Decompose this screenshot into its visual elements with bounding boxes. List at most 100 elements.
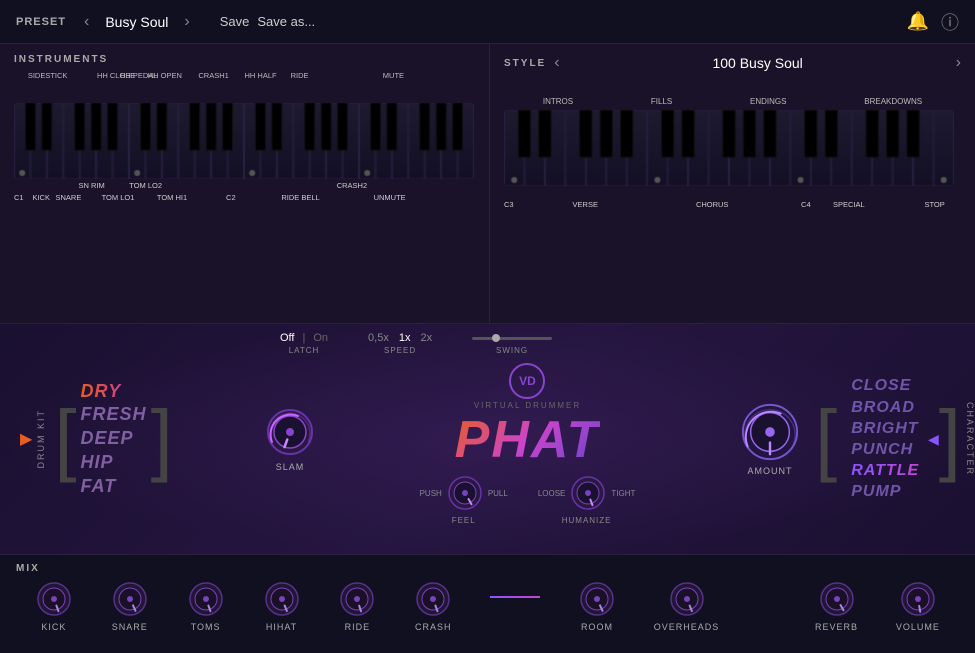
label-tom-lo1: TOM LO1 <box>102 193 135 202</box>
mix-knob-reverb[interactable] <box>818 580 856 618</box>
preset-next-button[interactable]: › <box>178 13 195 31</box>
character-bracket-left: [ <box>815 399 837 479</box>
label-crash1: CRASH1 <box>198 71 228 80</box>
label-tom-hi1: TOM HI1 <box>157 193 187 202</box>
top-section: INSTRUMENTS SIDESTICK HH CLOSE HH PEDAL … <box>0 44 975 324</box>
kit-name-fresh[interactable]: FRESH <box>81 405 147 425</box>
character-label: CHARACTER <box>965 402 975 476</box>
save-as-button[interactable]: Save as... <box>257 14 315 29</box>
style-label-fills: FILLS <box>651 97 672 106</box>
mix-knob-group-hihat: HIHAT <box>263 580 301 632</box>
mix-knob-snare[interactable] <box>111 580 149 618</box>
char-rattle[interactable]: RATTLE <box>851 461 928 480</box>
swing-label: SWING <box>496 346 528 355</box>
middle-section: Off | On LATCH 0,5x 1x 2x SPEED <box>0 324 975 554</box>
character-bracket-right: ] <box>939 399 961 479</box>
mix-knob-group-reverb: REVERB <box>815 580 858 632</box>
latch-off[interactable]: Off <box>280 332 294 344</box>
instruments-keyboard-canvas[interactable] <box>14 103 474 179</box>
drum-kit-panel: ▶ DRUM KIT [ DRY FRESH DEEP HIP FAT ] <box>0 324 250 554</box>
label-c3: C3 <box>504 200 514 209</box>
speed-1x[interactable]: 1x <box>399 332 411 344</box>
mix-knob-group-kick: KICK <box>35 580 73 632</box>
amount-area: AMOUNT <box>725 324 815 554</box>
label-hh-open: HH OPEN <box>148 71 182 80</box>
char-broad[interactable]: BROAD <box>851 398 928 417</box>
kit-name-dry[interactable]: DRY <box>81 382 147 402</box>
label-crash2: CRASH2 <box>337 181 367 190</box>
char-pump[interactable]: PUMP <box>851 482 928 501</box>
mix-knob-crash[interactable] <box>414 580 452 618</box>
mix-knob-hihat[interactable] <box>263 580 301 618</box>
character-names: CLOSE BROAD BRIGHT PUNCH RATTLE PUMP <box>841 376 928 501</box>
label-sidestick: SIDESTICK <box>28 71 68 80</box>
mix-knob-group-crash: CRASH <box>414 580 452 632</box>
center-vd-area: VD VIRTUAL DRUMMER PHAT PUSH <box>330 324 725 554</box>
style-panel: STYLE ‹ 100 Busy Soul › INTROS FILLS END… <box>490 44 975 323</box>
preset-prev-button[interactable]: ‹ <box>78 13 95 31</box>
mix-knob-kick[interactable] <box>35 580 73 618</box>
style-label-breakdowns: BREAKDOWNS <box>864 97 922 106</box>
drum-kit-play-button[interactable]: ▶ <box>20 429 32 449</box>
save-button[interactable]: Save <box>220 14 250 29</box>
kit-name-deep[interactable]: DEEP <box>81 429 147 449</box>
mix-knob-overheads[interactable] <box>668 580 706 618</box>
char-bright[interactable]: BRIGHT <box>851 419 928 438</box>
swing-slider[interactable] <box>472 337 552 340</box>
info-icon[interactable]: ⓘ <box>941 9 959 35</box>
amount-knob[interactable] <box>740 402 800 462</box>
humanize-label: HUMANIZE <box>562 516 612 525</box>
character-play-button[interactable]: ◀ <box>928 431 939 448</box>
latch-on[interactable]: On <box>313 332 328 344</box>
label-ride-bell: RIDE BELL <box>281 193 319 202</box>
slam-label: SLAM <box>276 462 305 472</box>
mix-knob-group-volume: VOLUME <box>896 580 940 632</box>
notification-icon[interactable]: 🔔 <box>907 11 929 32</box>
drum-kit-bracket-left: [ <box>54 399 76 479</box>
speed-label: SPEED <box>384 346 416 355</box>
label-ride: RIDE <box>291 71 309 80</box>
feel-label: FEEL <box>452 516 476 525</box>
vd-logo: VD VIRTUAL DRUMMER PHAT <box>455 363 601 466</box>
mix-knob-volume[interactable] <box>899 580 937 618</box>
label-kick: KICK <box>32 193 50 202</box>
tight-label: TIGHT <box>611 489 635 498</box>
speed-2x[interactable]: 2x <box>420 332 432 344</box>
char-close[interactable]: CLOSE <box>851 376 928 395</box>
drum-kit-label: DRUM KIT <box>36 409 46 469</box>
latch-label: LATCH <box>289 346 320 355</box>
top-bar-right: 🔔 ⓘ <box>907 9 959 35</box>
feel-humanize-row: PUSH PULL FEEL LOOSE <box>420 474 636 525</box>
kit-name-hip[interactable]: HIP <box>81 453 147 473</box>
mix-label-volume: VOLUME <box>896 622 940 632</box>
label-chorus: CHORUS <box>696 200 729 209</box>
char-punch[interactable]: PUNCH <box>851 440 928 459</box>
latch-control: Off | On LATCH <box>280 332 328 355</box>
speed-half[interactable]: 0,5x <box>368 332 389 344</box>
mix-label-ride: RIDE <box>345 622 371 632</box>
label-sn-rim: SN RIM <box>79 181 105 190</box>
mix-knob-group-ride: RIDE <box>338 580 376 632</box>
slam-knob[interactable] <box>264 406 316 458</box>
style-next-button[interactable]: › <box>956 54 961 72</box>
label-verse: VERSE <box>573 200 598 209</box>
mix-knob-ride[interactable] <box>338 580 376 618</box>
feel-knob[interactable] <box>446 474 484 512</box>
style-label-endings: ENDINGS <box>750 97 786 106</box>
pull-label: PULL <box>488 489 508 498</box>
mix-label-room: ROOM <box>581 622 613 632</box>
amount-label: AMOUNT <box>748 466 793 476</box>
mix-label-overheads: OVERHEADS <box>654 622 720 632</box>
mix-connector <box>490 596 540 598</box>
mix-knob-toms[interactable] <box>187 580 225 618</box>
mix-knob-group-overheads: OVERHEADS <box>654 580 720 632</box>
label-special: SPECIAL <box>833 200 865 209</box>
style-keyboard-canvas[interactable] <box>504 110 954 186</box>
slam-area: SLAM <box>250 324 330 554</box>
humanize-knob[interactable] <box>569 474 607 512</box>
label-snare: SNARE <box>55 193 81 202</box>
mix-label-kick: KICK <box>41 622 66 632</box>
style-label-intros: INTROS <box>543 97 573 106</box>
mix-knob-room[interactable] <box>578 580 616 618</box>
kit-name-fat[interactable]: FAT <box>81 477 147 497</box>
